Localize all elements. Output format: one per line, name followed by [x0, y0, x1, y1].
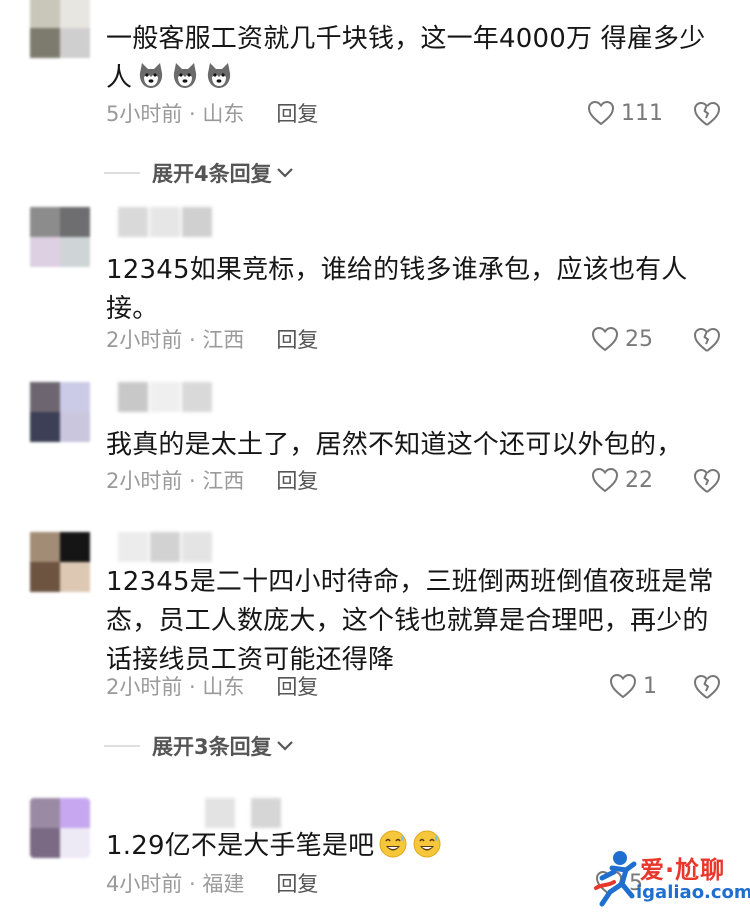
heart-icon	[587, 100, 615, 126]
comment-text: 12345是二十四小时待命，三班倒两班倒值夜班是常态，员工人数庞大，这个钱也就算…	[106, 567, 714, 675]
running-man-logo-icon	[594, 851, 637, 907]
like-button[interactable]: 111	[587, 98, 663, 128]
broken-heart-icon[interactable]	[692, 324, 722, 354]
reply-button[interactable]: 回复	[276, 324, 318, 354]
chevron-down-icon	[276, 168, 293, 178]
time-location: 4小时前 · 福建	[106, 872, 245, 896]
like-count: 111	[621, 100, 663, 126]
avatar[interactable]	[30, 382, 90, 442]
heart-icon	[591, 326, 619, 352]
reply-button[interactable]: 回复	[276, 671, 318, 701]
like-button[interactable]: 1	[609, 671, 657, 701]
avatar[interactable]	[30, 798, 90, 858]
comment-text: 12345如果竞标，谁给的钱多谁承包，应该也有人接。	[106, 255, 688, 324]
like-count: 25	[625, 326, 653, 352]
comment-meta: 2小时前 · 江西 回复	[106, 324, 318, 354]
expand-label: 展开3条回复	[152, 735, 272, 759]
broken-heart-icon[interactable]	[692, 671, 722, 701]
grinning-sweat-icon	[412, 829, 442, 859]
broken-heart-icon[interactable]	[692, 465, 722, 495]
username-blurred[interactable]	[118, 382, 212, 414]
divider	[104, 172, 140, 174]
expand-replies-button[interactable]: 展开3条回复	[104, 731, 294, 761]
expand-replies-button[interactable]: 展开4条回复	[104, 158, 294, 188]
avatar[interactable]	[30, 0, 90, 58]
expand-label: 展开4条回复	[152, 162, 272, 186]
husky-face-icon	[136, 61, 166, 91]
reply-button[interactable]: 回复	[276, 98, 318, 128]
divider	[104, 745, 140, 747]
comment-text: 我真的是太土了，居然不知道这个还可以外包的，	[106, 430, 683, 460]
comment-meta: 5小时前 · 山东 回复	[106, 98, 318, 128]
time-location: 2小时前 · 江西	[106, 469, 245, 493]
like-button[interactable]: 22	[591, 465, 653, 495]
username-blurred[interactable]	[118, 207, 212, 239]
like-button[interactable]: 25	[591, 324, 653, 354]
comment-meta: 2小时前 · 山东 回复	[106, 671, 318, 701]
comment-text: 一般客服工资就几千块钱，这一年4000万 得雇多少人	[106, 24, 706, 93]
husky-face-icon	[204, 61, 234, 91]
watermark-url: igaliao.com	[636, 882, 750, 903]
heart-icon	[591, 467, 619, 493]
chevron-down-icon	[276, 741, 293, 751]
reply-button[interactable]: 回复	[276, 465, 318, 495]
like-count: 22	[625, 467, 653, 493]
husky-face-icon	[170, 61, 200, 91]
watermark-title: 爱·尬聊	[640, 856, 726, 884]
broken-heart-icon[interactable]	[692, 98, 722, 128]
like-count: 1	[643, 673, 657, 699]
reply-button[interactable]: 回复	[276, 868, 318, 898]
heart-icon	[609, 673, 637, 699]
username-blurred[interactable]	[118, 532, 212, 564]
watermark: 爱·尬聊 igaliao.com	[592, 846, 750, 912]
avatar[interactable]	[30, 532, 90, 592]
avatar[interactable]	[30, 207, 90, 267]
time-location: 2小时前 · 山东	[106, 675, 245, 699]
comment-meta: 2小时前 · 江西 回复	[106, 465, 318, 495]
comment-meta: 4小时前 · 福建 回复	[106, 868, 318, 898]
time-location: 5小时前 · 山东	[106, 102, 245, 126]
time-location: 2小时前 · 江西	[106, 328, 245, 352]
grinning-sweat-icon	[378, 829, 408, 859]
username-blurred[interactable]	[205, 798, 281, 830]
